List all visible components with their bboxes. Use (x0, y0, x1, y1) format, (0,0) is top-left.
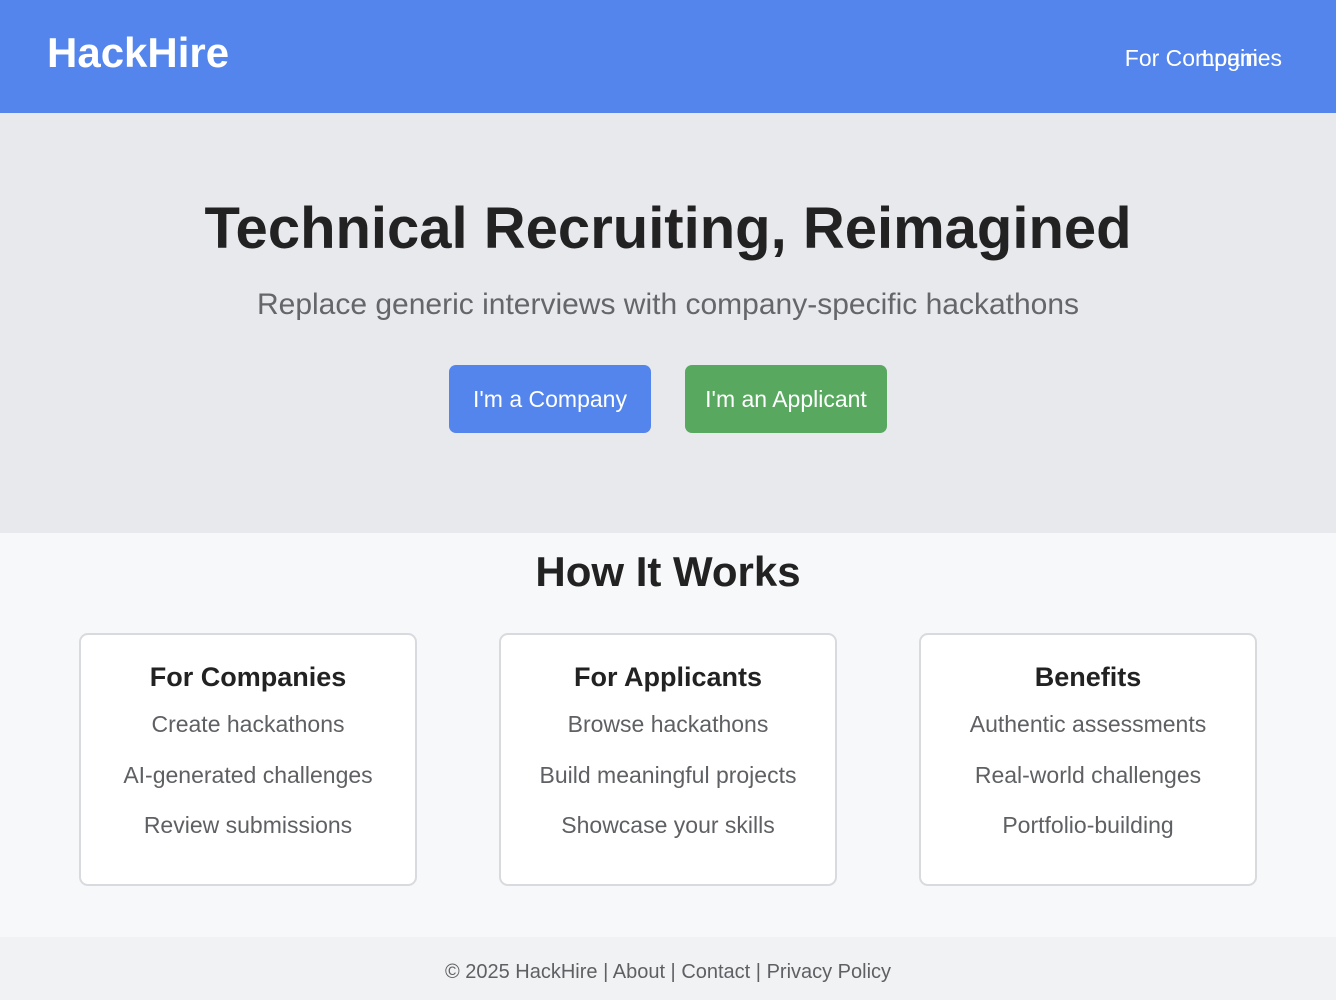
hero-title: Technical Recruiting, Reimagined (204, 196, 1132, 261)
card-list: Browse hackathons Build meaningful proje… (501, 711, 835, 838)
footer-separator: | (665, 961, 682, 983)
card-list: Create hackathons AI-generated challenge… (81, 711, 415, 838)
cta-group: I'm a Company I'm an Applicant (0, 365, 1336, 433)
how-it-works-section: How It Works For Companies Create hackat… (0, 533, 1336, 937)
hero-section: Technical Recruiting, Reimagined Replace… (0, 113, 1336, 533)
list-item: Portfolio-building (1002, 812, 1174, 838)
card-title: For Applicants (573, 662, 762, 692)
company-signup-button[interactable]: I'm a Company (449, 365, 651, 433)
nav-link-login[interactable]: Login (1202, 45, 1258, 71)
feature-card-benefits: Benefits Authentic assessments Real-worl… (919, 633, 1257, 886)
applicant-signup-button[interactable]: I'm an Applicant (685, 365, 887, 433)
card-title: Benefits (1034, 662, 1142, 692)
feature-card-companies: For Companies Create hackathons AI-gener… (79, 633, 417, 886)
list-item: Real-world challenges (974, 761, 1202, 788)
list-item: AI-generated challenges (123, 761, 373, 788)
list-item: Build meaningful projects (539, 761, 797, 788)
list-item: Showcase your skills (561, 812, 775, 838)
list-item: Authentic assessments (969, 711, 1207, 737)
footer-line: © 2025 HackHire | About | Contact | Priv… (0, 960, 1336, 984)
site-header: HackHire For Companies Login (0, 0, 1336, 113)
footer-separator: | (597, 961, 613, 983)
footer-link-contact[interactable]: Contact (681, 961, 750, 983)
feature-card-applicants: For Applicants Browse hackathons Build m… (499, 633, 837, 886)
hero-subtitle: Replace generic interviews with company-… (256, 288, 1080, 321)
list-item: Review submissions (143, 812, 353, 838)
list-item: Browse hackathons (567, 711, 769, 737)
site-footer: © 2025 HackHire | About | Contact | Priv… (0, 937, 1336, 1000)
how-it-works-title: How It Works (535, 548, 801, 595)
card-list: Authentic assessments Real-world challen… (921, 711, 1255, 838)
footer-separator: | (750, 961, 767, 983)
site-logo[interactable]: HackHire (47, 29, 229, 77)
card-title: For Companies (149, 662, 347, 692)
footer-link-about[interactable]: About (613, 961, 665, 983)
footer-link-privacy-policy[interactable]: Privacy Policy (767, 961, 891, 983)
copyright-text: © 2025 HackHire (444, 961, 598, 983)
list-item: Create hackathons (151, 711, 345, 737)
